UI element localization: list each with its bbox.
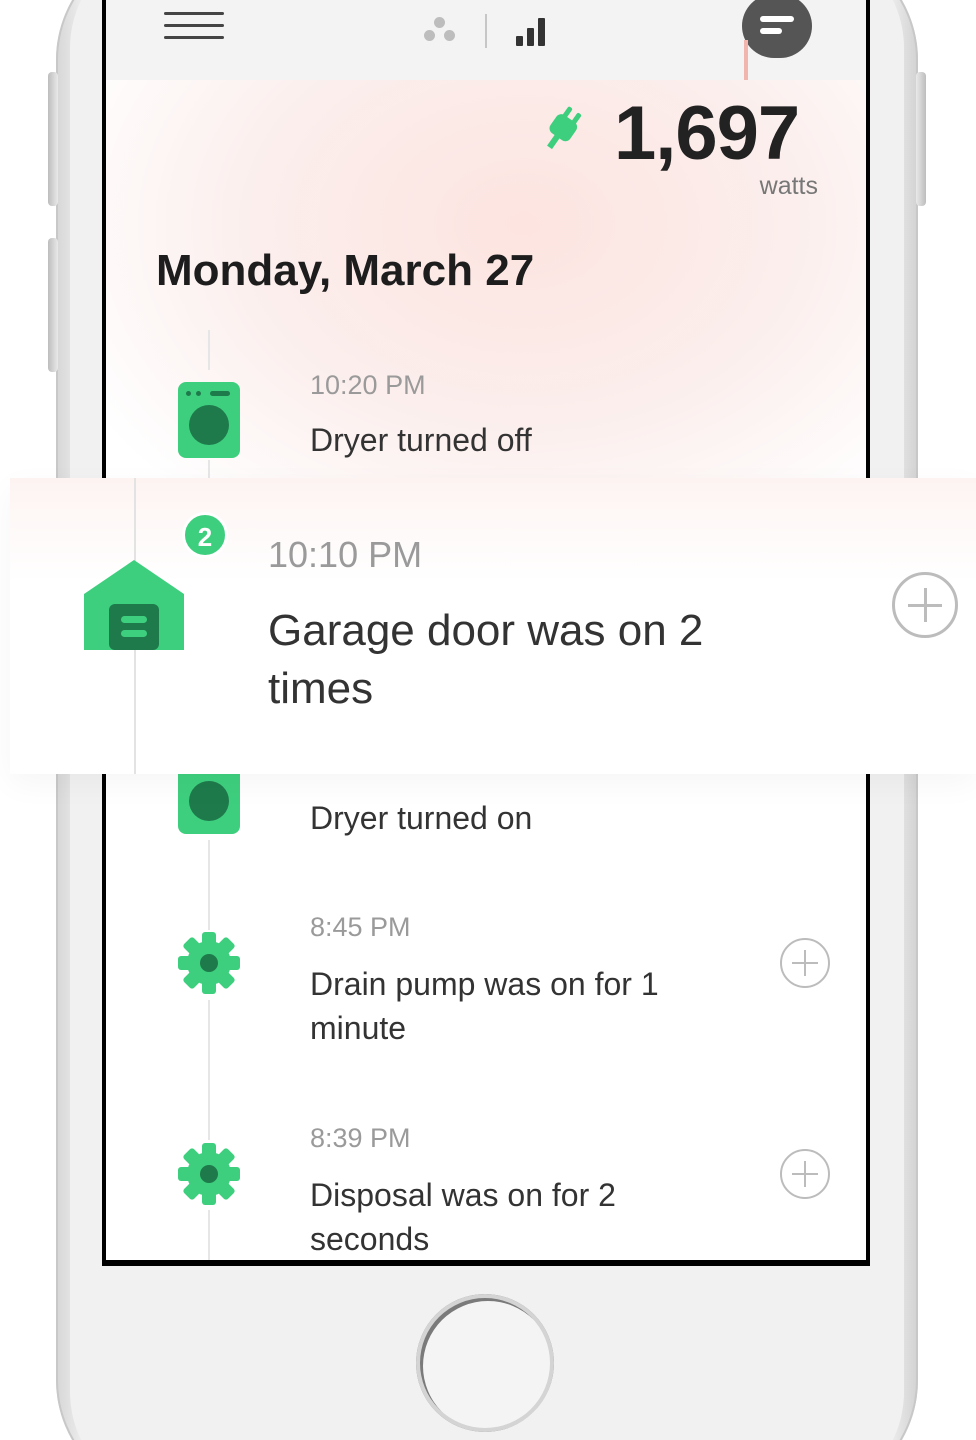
chat-tail-line: [744, 40, 748, 80]
dryer-icon: [178, 382, 240, 458]
event-title: Dryer turned on: [310, 800, 533, 836]
event-title: Drain pump was on for 1 minute: [310, 966, 659, 1046]
power-unit: watts: [759, 172, 818, 200]
event-title: Dryer turned off: [310, 422, 532, 458]
event-time: 10:20 PM: [310, 370, 426, 400]
devices-dots-icon[interactable]: [424, 17, 456, 45]
power-plug-icon: [547, 106, 582, 150]
add-event-button[interactable]: [892, 572, 958, 638]
event-title: Disposal was on for 2 seconds: [310, 1177, 616, 1257]
timeline-line: [208, 330, 210, 370]
add-event-button[interactable]: [780, 1149, 830, 1199]
hamburger-menu-icon[interactable]: [164, 12, 224, 42]
event-time: 8:45 PM: [310, 912, 411, 942]
event-count-badge: 2: [182, 512, 228, 558]
timeline-line: [208, 1210, 210, 1260]
power-value: 1,697: [614, 91, 800, 176]
signal-bars-icon[interactable]: [516, 16, 550, 46]
add-event-button[interactable]: [780, 938, 830, 988]
top-bar: [106, 0, 866, 80]
timeline-line: [208, 1000, 210, 1140]
home-button[interactable]: [416, 1294, 554, 1432]
timeline-line: [208, 840, 210, 930]
timeline-date: Monday, March 27: [156, 246, 535, 295]
phone-mockup: 1,697 watts Monday, March 27 10:20 PM Dr…: [0, 0, 976, 1440]
event-time: 8:39 PM: [310, 1123, 411, 1153]
volume-down-button: [48, 238, 58, 372]
volume-up-button: [48, 72, 58, 206]
highlighted-timeline-item-garage[interactable]: 2 10:10 PM Garage door was on 2 times: [10, 478, 976, 774]
garage-icon: [84, 560, 184, 650]
event-title: Garage door was on 2 times: [268, 606, 704, 713]
event-time: 10:10 PM: [268, 534, 423, 575]
gear-icon: [178, 932, 240, 994]
power-button: [916, 72, 926, 206]
chat-bubble-icon[interactable]: [742, 0, 812, 58]
gear-icon: [178, 1143, 240, 1205]
top-bar-divider: [485, 14, 487, 48]
